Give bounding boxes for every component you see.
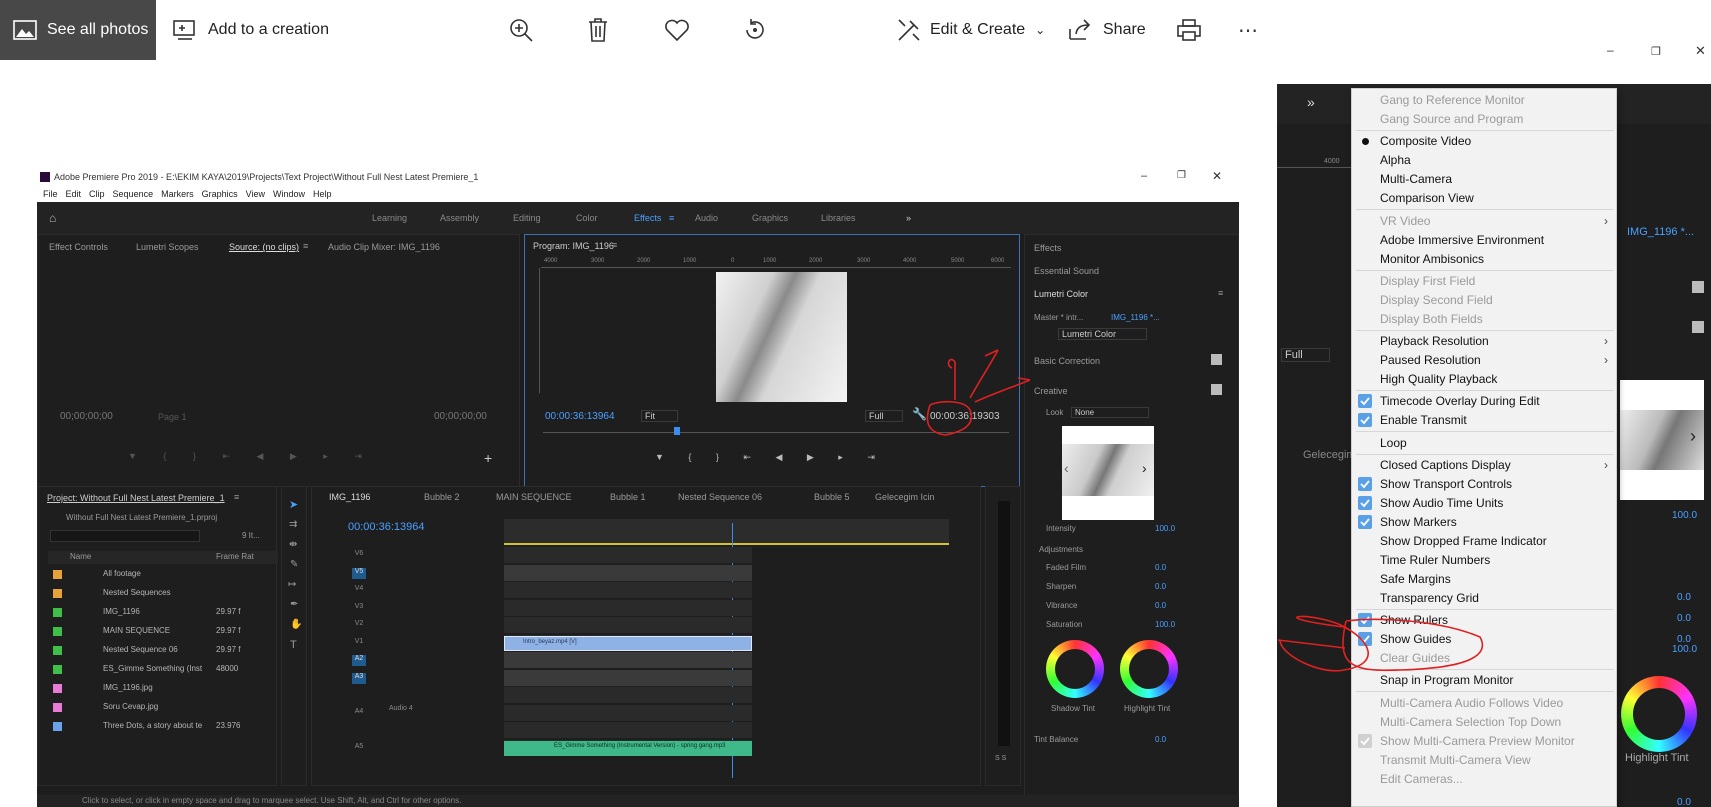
annotation-overlay [926, 349, 1484, 672]
annotation-wrench-scribble [926, 349, 1031, 436]
annotation-rulers-scribble [1277, 615, 1484, 672]
